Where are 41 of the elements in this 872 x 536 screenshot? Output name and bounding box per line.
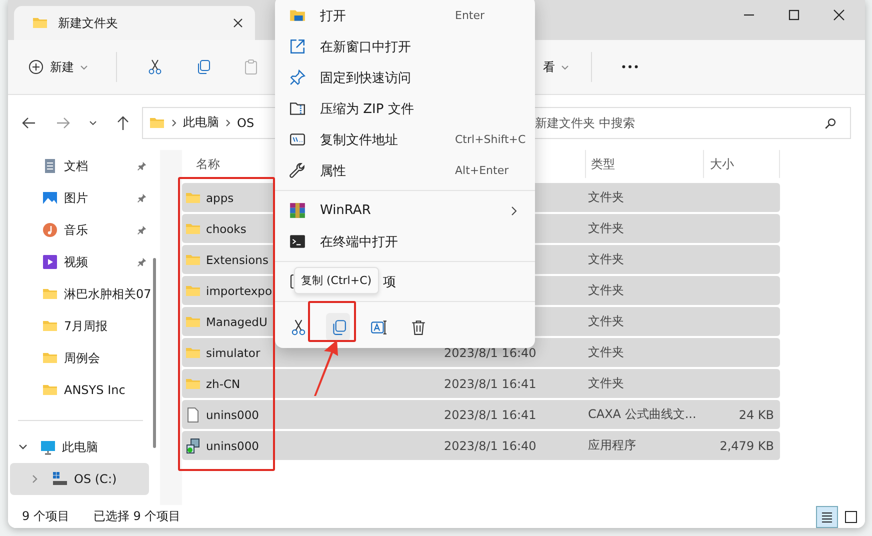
sidebar-label: 7月周报 — [64, 318, 109, 334]
file-type: 文件夹 — [588, 375, 624, 392]
file-name: unins000 — [206, 408, 260, 422]
shortcut-label: Alt+Enter — [455, 164, 510, 177]
sidebar-label: 音乐 — [64, 222, 89, 238]
file-type: 文件夹 — [588, 313, 624, 330]
file-type: 文件夹 — [588, 344, 624, 361]
file-name: ManagedU — [206, 314, 268, 328]
file-name: apps — [206, 190, 234, 204]
file-name: importexpo — [206, 284, 272, 298]
file-type: 文件夹 — [588, 251, 624, 268]
modified-date: 2023/8/1 16:41 — [444, 408, 536, 422]
file-type: 文件夹 — [588, 220, 624, 237]
sidebar-label: 视频 — [64, 254, 89, 270]
sidebar-label: 周例会 — [64, 350, 101, 366]
modified-date: 2023/8/1 16:41 — [444, 376, 536, 390]
file-name: Extensions — [206, 252, 268, 266]
sidebar-label: ANSYS Inc — [64, 383, 126, 397]
sidebar-label: 淋巴水肿相关07 — [64, 286, 152, 302]
file-size: 24 KB — [738, 408, 774, 422]
file-size: 2,479 KB — [720, 438, 774, 452]
sidebar-label: 文档 — [64, 158, 89, 174]
file-name: simulator — [206, 346, 260, 360]
modified-date: 2023/8/1 16:40 — [444, 438, 536, 452]
file-type: 文件夹 — [588, 282, 624, 299]
shortcut-label: Enter — [455, 9, 486, 22]
file-type: 应用程序 — [588, 437, 636, 454]
shortcut-label: Ctrl+Shift+C — [455, 133, 527, 146]
sidebar-label: OS (C:) — [74, 472, 118, 486]
selection-count: 已选择 9 个项目 — [93, 508, 181, 525]
file-name: chooks — [206, 222, 246, 236]
file-type: 文件夹 — [588, 189, 624, 206]
sidebar-label: 图片 — [64, 190, 89, 206]
window-title: 新建文件夹 — [58, 14, 119, 32]
item-count: 9 个项目 — [22, 508, 70, 525]
sidebar-label: 此电脑 — [62, 438, 99, 456]
modified-date: 2023/8/1 16:40 — [444, 346, 536, 360]
file-type: CAXA 公式曲线文... — [588, 406, 696, 423]
file-name: unins000 — [206, 438, 260, 452]
tooltip: 复制 (Ctrl+C) — [294, 267, 379, 294]
file-name: zh-CN — [206, 376, 240, 390]
